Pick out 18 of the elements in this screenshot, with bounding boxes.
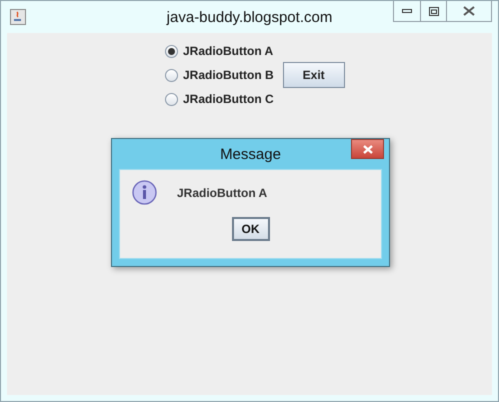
minimize-icon — [402, 8, 412, 14]
radio-button[interactable]: JRadioButton B — [165, 68, 274, 82]
close-icon — [463, 6, 475, 16]
maximize-button[interactable] — [421, 1, 447, 22]
info-icon — [132, 180, 157, 205]
close-icon — [362, 144, 372, 154]
exit-button[interactable]: Exit — [282, 62, 345, 88]
radio-button[interactable]: JRadioButton C — [165, 92, 274, 106]
maximize-icon — [428, 6, 438, 16]
dialog-message: JRadioButton A — [177, 186, 268, 200]
dialog-title: Message — [220, 146, 281, 162]
minimize-button[interactable] — [393, 1, 421, 22]
radio-button[interactable]: JRadioButton A — [165, 44, 274, 58]
close-button[interactable] — [351, 139, 384, 159]
ok-button[interactable]: OK — [232, 217, 270, 241]
java-cup-icon — [10, 9, 26, 25]
window-title: java-buddy.blogspot.com — [166, 9, 332, 26]
close-button[interactable] — [447, 1, 492, 22]
